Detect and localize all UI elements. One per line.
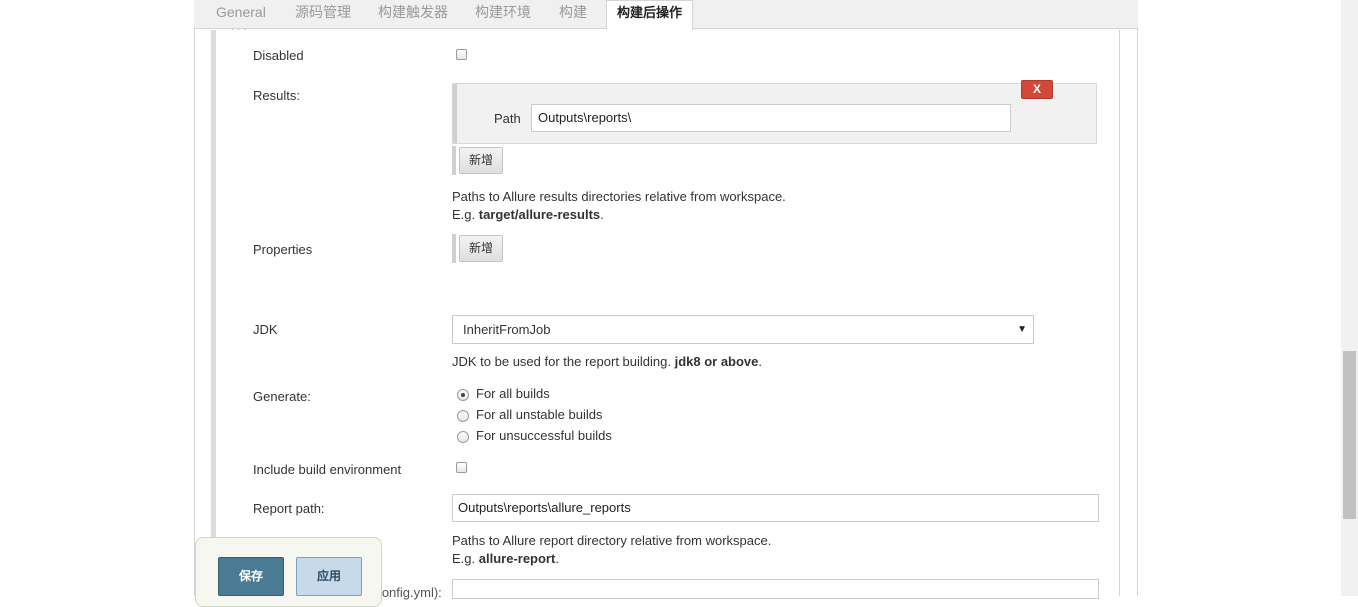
jdk-select[interactable]: InheritFromJob ▼ — [452, 315, 1034, 344]
tab-post-build-actions[interactable]: 构建后操作 — [606, 0, 694, 30]
config-yml-input[interactable] — [452, 579, 1099, 599]
include-build-environment-checkbox[interactable] — [456, 462, 467, 473]
radio-for-all-unstable-builds[interactable] — [457, 410, 469, 422]
radio-for-all-builds[interactable] — [457, 389, 469, 401]
generate-label: Generate: — [253, 389, 311, 404]
report-help-line1: Paths to Allure report directory relativ… — [452, 533, 772, 548]
results-path-input[interactable]: Outputs\reports\ — [531, 104, 1011, 132]
path-label: Path — [494, 111, 521, 126]
results-help-line1: Paths to Allure results directories rela… — [452, 189, 786, 204]
apply-button[interactable]: 应用 — [296, 557, 362, 596]
report-path-input[interactable]: Outputs\reports\allure_reports — [452, 494, 1099, 522]
dropdown-arrow-icon: ▼ — [1017, 324, 1027, 335]
results-help: Paths to Allure results directories rela… — [452, 188, 786, 224]
section-indent-bar — [211, 30, 216, 596]
tab-build[interactable]: 构建 — [559, 0, 587, 29]
results-label: Results: — [253, 88, 300, 103]
report-path-label: Report path: — [253, 501, 325, 516]
disabled-label: Disabled — [253, 48, 304, 63]
section-right-border — [1119, 30, 1120, 596]
tab-source-management[interactable]: 源码管理 — [295, 0, 351, 29]
add-bar — [452, 234, 456, 263]
report-help-line2: E.g. allure-report. — [452, 551, 559, 566]
tab-build-environment[interactable]: 构建环境 — [475, 0, 531, 29]
properties-label: Properties — [253, 242, 313, 257]
jdk-select-value: InheritFromJob — [463, 322, 551, 337]
radio-label-for-unsuccessful-builds: For unsuccessful builds — [476, 428, 612, 443]
jdk-help: JDK to be used for the report building. … — [452, 354, 763, 369]
disabled-checkbox[interactable] — [456, 49, 467, 60]
radio-label-for-all-builds: For all builds — [476, 386, 550, 401]
jdk-label: JDK — [253, 322, 278, 337]
delete-path-button[interactable]: X — [1021, 80, 1053, 99]
tab-build-triggers[interactable]: 构建触发器 — [378, 0, 448, 29]
add-property-button[interactable]: 新增 — [459, 235, 504, 262]
section-handle-dots: · · · — [231, 24, 247, 35]
save-button[interactable]: 保存 — [218, 557, 284, 596]
page-scrollbar-thumb[interactable] — [1343, 351, 1356, 519]
add-result-button[interactable]: 新增 — [459, 147, 504, 174]
radio-for-unsuccessful-builds[interactable] — [457, 431, 469, 443]
report-path-help: Paths to Allure report directory relativ… — [452, 532, 771, 568]
add-bar — [452, 146, 456, 175]
radio-label-for-all-unstable-builds: For all unstable builds — [476, 407, 603, 422]
repeat-item-bar — [453, 84, 457, 143]
results-help-line2: E.g. target/allure-results. — [452, 207, 604, 222]
include-build-environment-label: Include build environment — [253, 462, 402, 477]
